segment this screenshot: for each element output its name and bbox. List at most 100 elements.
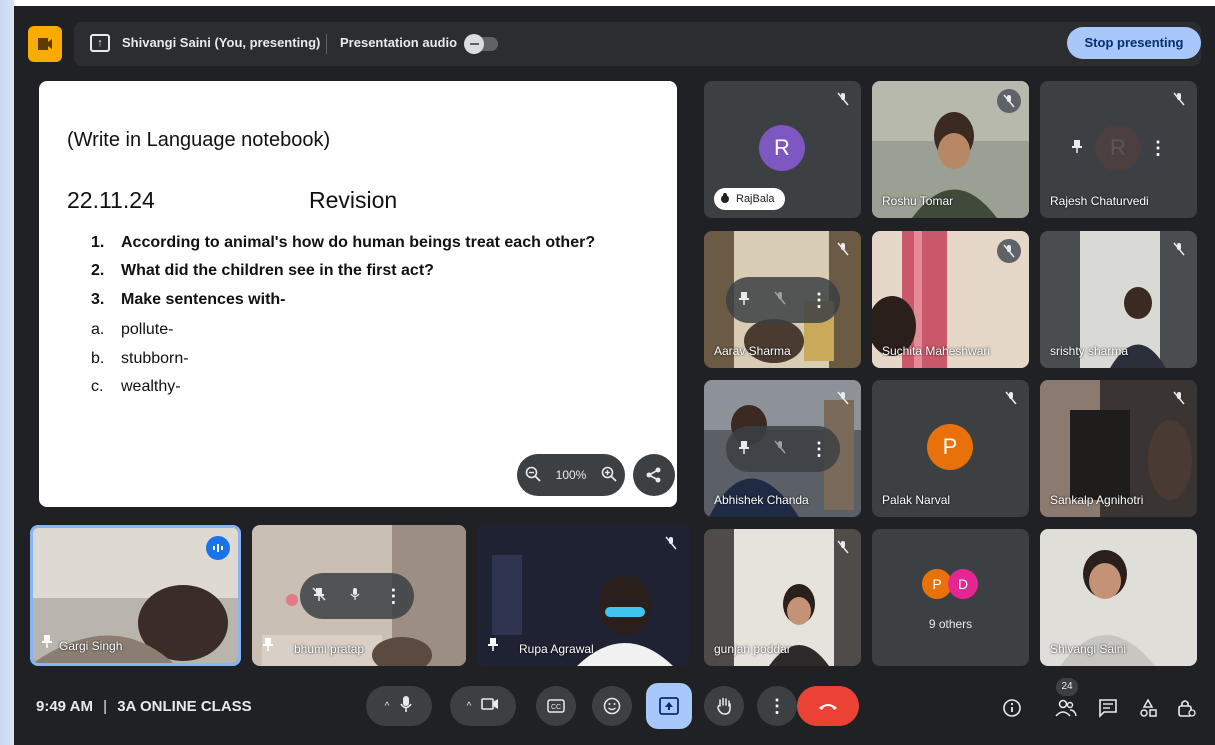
chat-icon[interactable] bbox=[1096, 696, 1120, 720]
leave-call-button[interactable] bbox=[797, 686, 859, 726]
participant-tile-rajbala[interactable]: R RajBala bbox=[704, 81, 861, 218]
present-now-button[interactable] bbox=[646, 683, 692, 729]
slide-date: 22.11.24 bbox=[67, 187, 155, 213]
zoom-controls: 100% bbox=[517, 454, 625, 496]
question-item: 2. What did the children see in the first… bbox=[91, 262, 434, 279]
meet-window: ↑ Shivangi Saini (You, presenting) Prese… bbox=[14, 6, 1215, 745]
more-options-icon[interactable]: ⋮ bbox=[384, 587, 402, 605]
clock-time: 9:49 AM bbox=[36, 698, 93, 715]
camera-icon[interactable] bbox=[481, 697, 499, 716]
participant-tile-gargi[interactable]: Gargi Singh bbox=[30, 525, 241, 666]
participant-tile-roshu[interactable]: Roshu Tomar bbox=[872, 81, 1029, 218]
present-screen-icon: ↑ bbox=[90, 34, 110, 52]
mic-off-icon[interactable] bbox=[774, 440, 786, 459]
participant-tile-palak[interactable]: P Palak Narval bbox=[872, 380, 1029, 517]
chevron-up-icon[interactable]: ^ bbox=[467, 701, 472, 712]
emoji-button[interactable] bbox=[592, 686, 632, 726]
present-screen-icon bbox=[659, 697, 679, 715]
participant-tile-abhishek[interactable]: ⋮ Abhishek Chanda bbox=[704, 380, 861, 517]
sub-item: c. wealthy- bbox=[91, 378, 181, 395]
participant-name: Palak Narval bbox=[882, 493, 951, 507]
raise-hand-button[interactable] bbox=[704, 686, 744, 726]
avatar: D bbox=[948, 569, 978, 599]
presenting-bar: ↑ Shivangi Saini (You, presenting) Prese… bbox=[74, 22, 1201, 66]
host-controls-icon[interactable] bbox=[1174, 696, 1198, 720]
meet-logo-icon bbox=[28, 26, 62, 62]
sub-item: a. pollute- bbox=[91, 321, 174, 338]
participant-name: Suchita Maheshwari bbox=[882, 344, 991, 358]
question-item: 3. Make sentences with- bbox=[91, 291, 286, 308]
pin-icon[interactable] bbox=[738, 291, 750, 310]
emoji-icon bbox=[603, 697, 621, 715]
tile-hover-controls: ⋮ bbox=[300, 573, 414, 619]
question-item: 1. According to animal's how do human bei… bbox=[91, 234, 596, 251]
slide-heading: Revision bbox=[309, 187, 398, 213]
tile-hover-controls: ⋮ bbox=[726, 277, 840, 323]
tile-hover-controls: ⋮ bbox=[1062, 125, 1176, 171]
more-options-icon: ⋮ bbox=[768, 696, 786, 716]
participant-tile-rajesh[interactable]: R ⋮ Rajesh Chaturvedi bbox=[1040, 81, 1197, 218]
participant-name: Gargi Singh bbox=[59, 639, 123, 653]
mic-off-icon bbox=[997, 89, 1021, 113]
participant-tile-sankalp[interactable]: Sankalp Agnihotri bbox=[1040, 380, 1197, 517]
mic-off-icon bbox=[997, 239, 1021, 263]
participant-tile-rupa[interactable]: Rupa Agrawal bbox=[477, 525, 689, 666]
stop-presenting-button[interactable]: Stop presenting bbox=[1067, 27, 1201, 59]
captions-button[interactable]: CC bbox=[536, 686, 576, 726]
participant-tile-aarav[interactable]: ⋮ Aarav Sharma bbox=[704, 231, 861, 368]
more-options-icon[interactable]: ⋮ bbox=[810, 291, 828, 309]
participant-tile-suchita[interactable]: Suchita Maheshwari bbox=[872, 231, 1029, 368]
hand-icon bbox=[720, 192, 730, 207]
pin-off-icon[interactable] bbox=[312, 586, 326, 606]
mic-off-icon bbox=[1171, 390, 1187, 406]
camera-control[interactable]: ^ bbox=[450, 686, 516, 726]
svg-text:CC: CC bbox=[551, 704, 561, 711]
participant-name: Shivangi Saini bbox=[1050, 642, 1127, 656]
zoom-level: 100% bbox=[555, 468, 587, 482]
meeting-details-icon[interactable] bbox=[1000, 696, 1024, 720]
pin-icon[interactable] bbox=[738, 440, 750, 459]
pin-icon[interactable] bbox=[487, 637, 499, 656]
pin-icon[interactable] bbox=[262, 637, 274, 656]
others-tile[interactable]: P D 9 others bbox=[872, 529, 1029, 666]
participant-tile-shivangi[interactable]: Shivangi Saini bbox=[1040, 529, 1197, 666]
participant-tile-bhumi[interactable]: ⋮ bhumi pratap bbox=[252, 525, 466, 666]
participant-name: Rupa Agrawal bbox=[519, 642, 594, 656]
zoom-in-icon[interactable] bbox=[601, 466, 618, 485]
pin-icon[interactable] bbox=[41, 634, 53, 653]
activities-icon[interactable] bbox=[1136, 696, 1160, 720]
mic-off-icon bbox=[835, 241, 851, 257]
more-options-icon[interactable]: ⋮ bbox=[1149, 139, 1167, 157]
more-options-icon[interactable]: ⋮ bbox=[810, 440, 828, 458]
participant-name: Abhishek Chanda bbox=[714, 493, 809, 507]
separator: | bbox=[103, 698, 108, 715]
toggle-knob bbox=[464, 34, 484, 54]
mic-off-icon bbox=[835, 390, 851, 406]
mic-off-icon bbox=[663, 535, 679, 551]
mic-control[interactable]: ^ bbox=[366, 686, 432, 726]
share-icon[interactable] bbox=[633, 454, 675, 496]
presentation-audio-toggle[interactable] bbox=[464, 34, 498, 54]
people-icon[interactable] bbox=[1054, 696, 1078, 720]
zoom-out-icon[interactable] bbox=[525, 466, 541, 485]
participant-name: Sankalp Agnihotri bbox=[1050, 493, 1144, 507]
mic-icon[interactable] bbox=[399, 695, 413, 718]
others-count-label: 9 others bbox=[928, 617, 973, 631]
divider bbox=[326, 34, 327, 54]
participant-name: Aarav Sharma bbox=[714, 344, 791, 358]
more-options-button[interactable]: ⋮ bbox=[757, 686, 797, 726]
mic-off-icon bbox=[1171, 91, 1187, 107]
avatar: R bbox=[759, 125, 805, 171]
mic-off-icon[interactable] bbox=[774, 291, 786, 310]
participant-tile-srishty[interactable]: srishty sharma bbox=[1040, 231, 1197, 368]
slide-instruction: (Write in Language notebook) bbox=[67, 129, 331, 151]
participant-name: Roshu Tomar bbox=[882, 194, 954, 208]
pin-icon[interactable] bbox=[1071, 139, 1083, 158]
mic-off-icon bbox=[1003, 390, 1019, 406]
participant-tile-gunjan[interactable]: gunjan poddar bbox=[704, 529, 861, 666]
participant-name: srishty sharma bbox=[1050, 344, 1129, 358]
mic-icon[interactable] bbox=[349, 587, 361, 606]
chevron-up-icon[interactable]: ^ bbox=[385, 701, 390, 712]
mic-off-icon bbox=[1171, 241, 1187, 257]
participant-name: bhumi pratap bbox=[294, 642, 365, 656]
